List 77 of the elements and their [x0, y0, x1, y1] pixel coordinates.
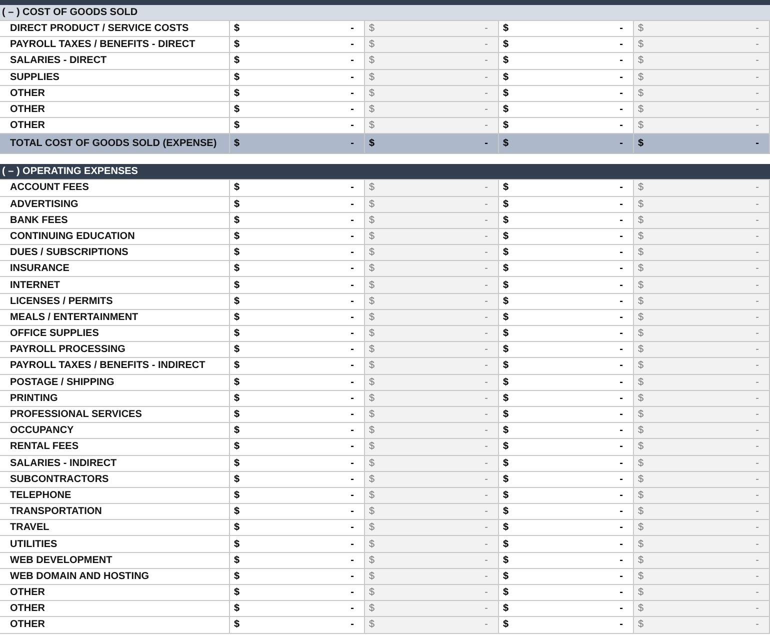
amount-cell: $ -	[634, 374, 770, 390]
amount-cell: $ -	[365, 520, 499, 536]
amount-cell: $ -	[634, 439, 770, 454]
amount-cell: $ -	[634, 585, 770, 600]
amount-cell: $ -	[365, 245, 499, 260]
amount-cell: $ -	[634, 53, 770, 69]
amount-cell: $ -	[365, 585, 499, 600]
amount-cell: $ -	[634, 86, 770, 101]
amount-cell: $ -	[365, 617, 499, 633]
amount-cell: $ -	[634, 261, 770, 276]
amount-cell: $ -	[634, 212, 770, 228]
amount-cell: $ -	[365, 472, 499, 487]
amount-cell: $ -	[634, 326, 770, 342]
amount-cell: $ -	[634, 504, 770, 520]
amount-cell: $ -	[365, 552, 499, 568]
amount-cell: $ -	[634, 552, 770, 568]
amount-cell: $ -	[365, 568, 499, 584]
amount-cell: $ -	[634, 456, 770, 471]
amount-cell: $ -	[365, 180, 499, 196]
amount-cell: $ -	[365, 53, 499, 69]
amount-cell: $ -	[365, 504, 499, 520]
amount-cell: $ -	[365, 37, 499, 52]
amount-cell: $ -	[634, 228, 770, 244]
amount-cell: $ -	[634, 70, 770, 85]
amount-cell: $ -	[365, 294, 499, 309]
amount-cell: $ -	[634, 488, 770, 504]
amount-cell: $ -	[365, 488, 499, 504]
amount-cell: $ -	[365, 118, 499, 134]
amount-cell: $ -	[365, 601, 499, 616]
amount-cell: $ -	[634, 536, 770, 552]
amount-cell: $ -	[634, 277, 770, 293]
amount-cell: $ -	[365, 439, 499, 454]
amount-cell: $ -	[634, 406, 770, 422]
amount-cell: $ -	[365, 21, 499, 36]
amount-cell: $ -	[499, 134, 634, 154]
amount-cell: $ -	[365, 86, 499, 101]
amount-cell: $ -	[365, 390, 499, 406]
amount-cell: $ -	[365, 228, 499, 244]
total-label: TOTAL COST OF GOODS SOLD (EXPENSE)	[0, 134, 230, 154]
amount-cell: $ -	[365, 342, 499, 358]
amount-cell: $ -	[365, 326, 499, 342]
amount-cell: $ -	[365, 70, 499, 85]
amount-cell: $ -	[634, 342, 770, 358]
amount-cell: $ -	[634, 390, 770, 406]
amount-cell: $ -	[365, 374, 499, 390]
amount-cell: $ -	[634, 358, 770, 374]
amount-cell: $ -	[365, 536, 499, 552]
amount-cell: $ -	[365, 310, 499, 325]
amount-cell: $ -	[634, 196, 770, 212]
amount-cell: $ -	[634, 617, 770, 633]
amount-cell: $ -	[634, 472, 770, 487]
amount-cell: $ -	[230, 134, 365, 154]
amount-cell: $ -	[634, 21, 770, 36]
amount-cell: $ -	[365, 358, 499, 374]
amount-cell: $ -	[634, 118, 770, 134]
amount-cell: $ -	[634, 180, 770, 196]
amount-cell: $ -	[634, 102, 770, 118]
amount-cell: $ -	[634, 134, 770, 154]
amount-cell: $ -	[365, 102, 499, 118]
amount-cell: $ -	[365, 277, 499, 293]
section-header: ( – ) COST OF GOODS SOLD	[0, 5, 770, 21]
amount-cell: $ -	[365, 423, 499, 438]
amount-cell: $ -	[365, 456, 499, 471]
amount-cell: $ -	[365, 196, 499, 212]
amount-cell: $ -	[634, 37, 770, 52]
amount-cell: $ -	[365, 212, 499, 228]
amount-cell: $ -	[634, 310, 770, 325]
amount-cell: $ -	[634, 601, 770, 616]
amount-cell: $ -	[634, 245, 770, 260]
amount-cell: $ -	[634, 520, 770, 536]
amount-cell: $ -	[365, 134, 499, 154]
section-header: ( – ) OPERATING EXPENSES	[0, 164, 770, 180]
amount-cell: $ -	[365, 406, 499, 422]
amount-cell: $ -	[365, 261, 499, 276]
amount-cell: $ -	[634, 294, 770, 309]
amount-cell: $ -	[634, 568, 770, 584]
amount-cell: $ -	[634, 423, 770, 438]
